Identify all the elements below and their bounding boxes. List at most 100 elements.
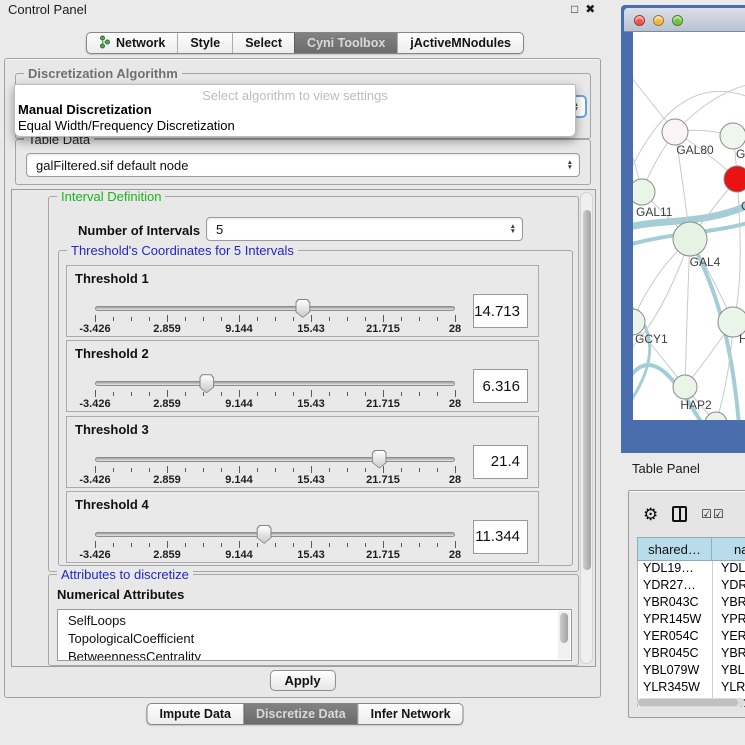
tick-label: 15.43 [297,474,325,486]
network-node[interactable] [720,123,745,149]
network-node[interactable] [724,166,745,192]
network-node-label: GAL11 [636,205,673,219]
threshold-label: Threshold 4 [75,497,149,512]
tab-network[interactable]: Network [87,33,177,53]
attribute-list-item[interactable]: BetweennessCentrality [58,648,571,661]
threshold-label: Threshold 3 [75,422,149,437]
node-attribute-table[interactable]: shared…na YDL19…YDL1YDR27…YDR2YBR043CYBR… [637,537,745,707]
tick-label: 2.859 [153,398,181,410]
network-node[interactable] [673,375,697,399]
network-icon [99,35,111,52]
table-row[interactable]: YPR145WYPR1 [638,612,745,629]
algorithm-placeholder: Select algorithm to view settings [15,85,575,102]
network-edge[interactable] [733,179,740,322]
table-column-header[interactable]: shared… [638,538,712,560]
threshold-slider[interactable]: -3.4262.8599.14415.4321.71528 [95,526,455,562]
tab-style[interactable]: Style [177,33,232,53]
tick-label: 21.715 [366,474,400,486]
network-node-label: HAP2 [680,398,712,412]
control-panel: Control Panel □ ✖ Network Style Select Cyni… [0,0,610,745]
settings-scroll-area: Interval Definition Number of Intervals … [11,189,596,667]
tab-cyni-toolbox[interactable]: Cyni Toolbox [294,33,397,53]
algorithm-dropdown-popup: Select algorithm to view settings Manual… [14,84,576,137]
table-cell: YBR0 [712,595,745,612]
network-node[interactable] [705,412,727,420]
network-node[interactable] [673,222,707,256]
zoom-traffic-light[interactable] [672,15,683,26]
bottom-tab-discretize-data[interactable]: Discretize Data [243,704,358,724]
threshold-panel: Threshold 1-3.4262.8599.14415.4321.71528… [66,265,539,337]
table-row[interactable]: YDL19…YDL1 [638,561,745,578]
tick-label: 28 [449,323,461,335]
network-node[interactable] [633,179,655,205]
network-window-titlebar[interactable] [624,8,745,32]
algorithm-option[interactable]: Equal Width/Frequency Discretization [15,118,575,134]
tick-label: 28 [449,474,461,486]
interval-definition-group: Interval Definition Number of Intervals … [48,196,579,572]
tick-label: 2.859 [153,474,181,486]
bottom-tab-infer-network[interactable]: Infer Network [358,704,463,724]
table-horizontal-scrollbar[interactable] [637,698,745,707]
num-intervals-combobox[interactable]: 5 ▲▼ [206,217,523,241]
table-column-header[interactable]: na [712,538,745,560]
network-node-label: C [741,199,745,213]
panel-title: Control Panel [8,2,87,17]
network-node-label: G. [736,147,745,161]
apply-button[interactable]: Apply [269,670,335,691]
table-cell: YDR27… [638,578,712,595]
attributes-scrollbar[interactable] [558,611,570,659]
tick-label: -3.426 [79,549,110,561]
network-view-window: GAL80G.CGAL11GAL4GCY1HHAP2 [621,5,745,453]
network-node[interactable] [662,119,688,145]
control-panel-titlebar: Control Panel □ ✖ [0,0,610,20]
table-row[interactable]: YBL079WYBL0 [638,663,745,680]
network-canvas[interactable]: GAL80G.CGAL11GAL4GCY1HHAP2 [633,32,745,420]
table-data-combobox[interactable]: galFiltered.sif default node ▲▼ [26,153,580,177]
float-window-icon[interactable]: □ [571,2,578,16]
select-columns-checkboxes-icon[interactable]: ☑☑ [701,507,725,521]
tab-label: Infer Network [371,707,451,721]
tick-label: -3.426 [79,398,110,410]
threshold-slider[interactable]: -3.4262.8599.14415.4321.71528 [95,375,455,411]
tick-label: 2.859 [153,549,181,561]
attribute-list-item[interactable]: TopologicalCoefficient [58,630,571,648]
columns-icon[interactable] [672,506,687,522]
tab-jactivemnodules[interactable]: jActiveMNodules [397,33,523,53]
table-row[interactable]: YBR045CYBR0 [638,646,745,663]
table-cell: YBR0 [712,646,745,663]
algorithm-option[interactable]: Manual Discretization [15,102,575,118]
network-node-label: GAL80 [676,143,714,157]
table-row[interactable]: YDR27…YDR2 [638,578,745,595]
settings-vertical-scrollbar[interactable] [580,192,593,664]
table-row[interactable]: YLR345WYLR3 [638,680,745,697]
gear-icon[interactable]: ⚙ [643,506,658,523]
table-cell: YBL079W [638,663,712,680]
close-panel-icon[interactable]: ✖ [585,2,595,16]
table-data-group: Table Data galFiltered.sif default node … [15,139,591,185]
tick-label: 21.715 [366,398,400,410]
tab-label: Select [245,36,282,50]
table-row[interactable]: YBR043CYBR0 [638,595,745,612]
threshold-value-field[interactable]: 21.4 [473,445,528,479]
tick-label: 28 [449,398,461,410]
minimize-traffic-light[interactable] [653,15,664,26]
tick-label: 15.43 [297,398,325,410]
threshold-value-field[interactable]: 6.316 [473,369,528,403]
close-traffic-light[interactable] [634,15,645,26]
tick-label: 9.144 [225,323,253,335]
threshold-value-field[interactable]: 14.713 [473,294,528,328]
threshold-slider[interactable]: -3.4262.8599.14415.4321.71528 [95,300,455,336]
table-cell: YLR3 [712,680,745,697]
num-intervals-label: Number of Intervals [78,223,200,238]
combo-stepper-icon: ▲▼ [567,160,573,170]
tick-label: 9.144 [225,398,253,410]
table-cell: YDL19… [638,561,712,578]
table-row[interactable]: YER054CYER0 [638,629,745,646]
threshold-value-field[interactable]: 11.344 [473,520,528,554]
attribute-list-item[interactable]: SelfLoops [58,612,571,630]
threshold-slider[interactable]: -3.4262.8599.14415.4321.71528 [95,451,455,487]
attributes-listbox[interactable]: SelfLoopsTopologicalCoefficientBetweenne… [57,609,572,661]
bottom-tab-impute-data[interactable]: Impute Data [147,704,243,724]
tab-label: Style [190,36,220,50]
tab-select[interactable]: Select [232,33,294,53]
